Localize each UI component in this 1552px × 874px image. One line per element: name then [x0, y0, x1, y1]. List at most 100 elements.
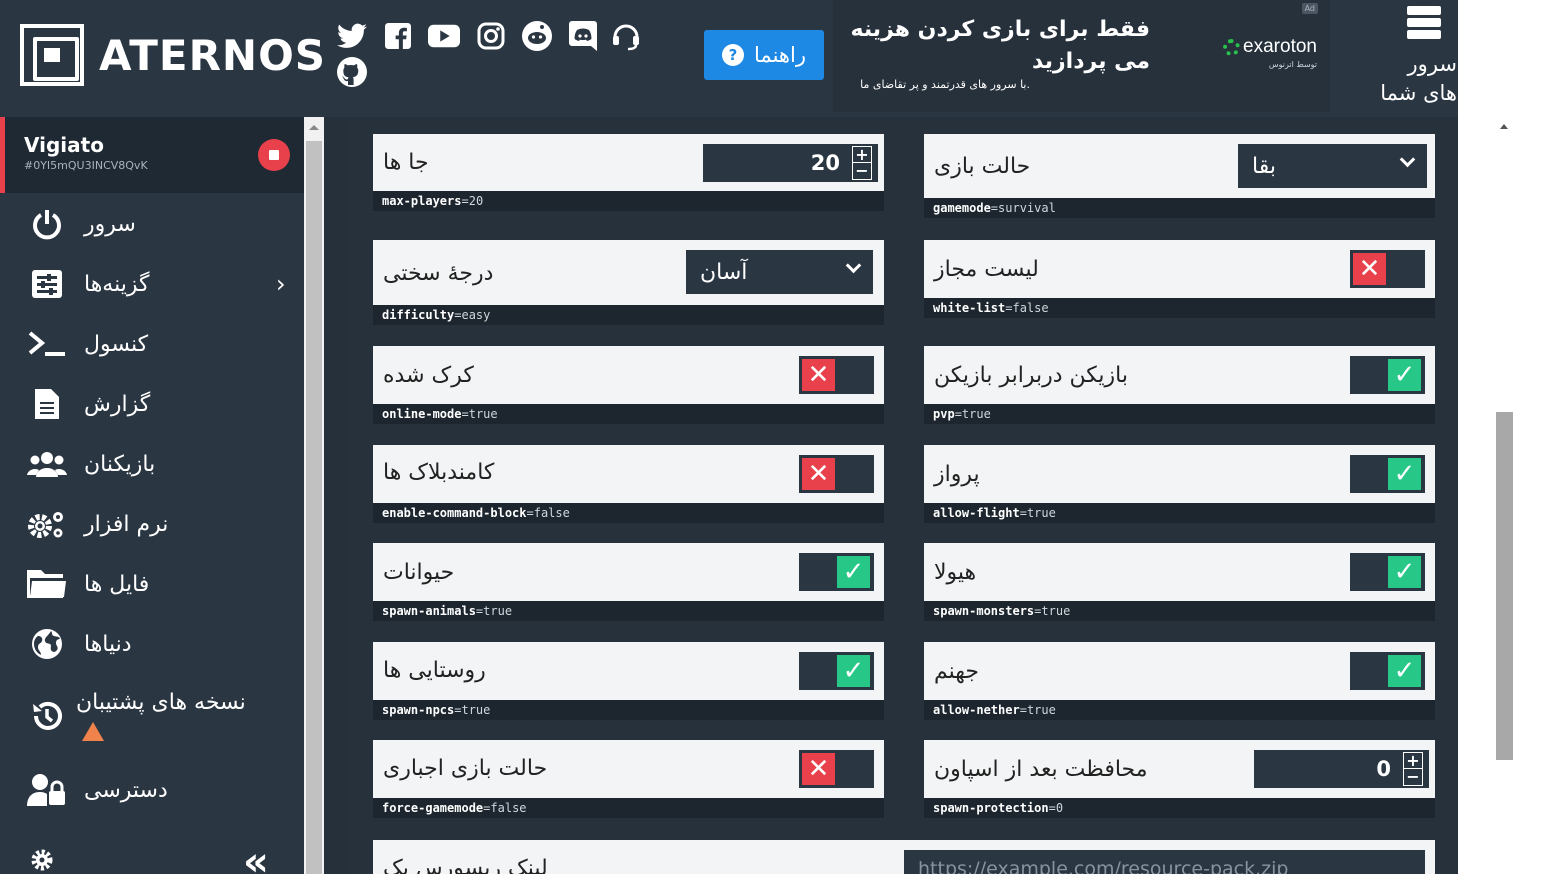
- option-label: حالت بازی اجباری: [383, 756, 548, 781]
- advertisement-banner[interactable]: Ad فقط برای بازی کردن هزینه می پردازید ب…: [833, 0, 1330, 112]
- x-icon: ✕: [1353, 253, 1386, 285]
- spawn-npcs-toggle[interactable]: ✓: [799, 652, 874, 690]
- gears-icon: [27, 504, 67, 544]
- discord-icon[interactable]: [567, 20, 599, 52]
- option-key: pvp=true: [924, 404, 1435, 424]
- allow-nether-toggle[interactable]: ✓: [1350, 652, 1425, 690]
- pvp-toggle[interactable]: ✓: [1350, 356, 1425, 394]
- brand-name: ATERNOS: [99, 30, 327, 80]
- option-key: allow-flight=true: [924, 503, 1435, 523]
- option-key: enable-command-block=false: [373, 503, 884, 523]
- instagram-icon[interactable]: [475, 20, 507, 52]
- sidebar-item-access[interactable]: دسترسی: [0, 765, 304, 815]
- sidebar-item-label: فایل ها: [84, 571, 150, 597]
- option-label: حیوانات: [383, 560, 455, 585]
- sidebar-item-files[interactable]: فایل ها: [0, 559, 304, 609]
- aternos-logo-icon: [20, 24, 84, 86]
- number-stepper[interactable]: + −: [1403, 752, 1423, 786]
- sidebar-item-server[interactable]: سرور: [0, 199, 304, 249]
- twitter-icon[interactable]: [336, 20, 368, 52]
- sidebar-item-label: سرور: [84, 211, 136, 237]
- exaroton-logo: exaroton توسط اترنوس: [1223, 36, 1317, 69]
- sidebar-item-options[interactable]: گزینه‌ها ›: [0, 259, 304, 309]
- sidebar-item-label: نسخه های پشتیبان: [76, 690, 246, 715]
- ad-subtitle: با سرور های قدرتمند و پر تقاضای ما.: [860, 78, 1030, 91]
- sidebar-item-backups[interactable]: نسخه های پشتیبان: [0, 680, 304, 750]
- option-key: force-gamemode=false: [373, 798, 884, 818]
- sidebar-item-label: بازیکنان: [84, 451, 156, 477]
- sidebar-item-console[interactable]: کنسول: [0, 319, 304, 369]
- collapse-sidebar-icon[interactable]: «: [243, 842, 269, 874]
- settings-gear-icon[interactable]: [30, 848, 54, 874]
- help-question-icon: ?: [722, 44, 745, 66]
- sidebar-scroll-up-icon[interactable]: [309, 125, 319, 130]
- sidebar-item-players[interactable]: بازیکنان: [0, 439, 304, 489]
- x-icon: ✕: [802, 753, 835, 785]
- option-white-list: لیست مجاز ✕ white-list=false: [924, 240, 1435, 318]
- option-label: جا ها: [383, 150, 429, 175]
- option-key: allow-nether=true: [924, 700, 1435, 720]
- your-servers-label: سرور های شما: [1380, 52, 1457, 105]
- gamemode-selected: بقا: [1252, 153, 1276, 179]
- option-label: کرک شده: [383, 363, 474, 388]
- support-headset-icon[interactable]: [610, 20, 642, 52]
- warning-icon: [82, 722, 104, 741]
- sidebar-item-label: گزینه‌ها: [84, 271, 150, 297]
- resource-pack-input[interactable]: https://example.com/resource-pack.zip: [904, 850, 1425, 874]
- option-label: حالت بازی: [934, 154, 1031, 179]
- online-mode-toggle[interactable]: ✕: [799, 356, 874, 394]
- your-servers-button[interactable]: سرور های شما: [1335, 0, 1458, 117]
- spawn-protection-value: 0: [1376, 757, 1391, 781]
- sidebar-item-label: دنیاها: [84, 631, 132, 657]
- help-button[interactable]: ? راهنما: [704, 30, 824, 80]
- ad-badge: Ad: [1301, 3, 1318, 14]
- minus-icon[interactable]: −: [853, 163, 871, 179]
- top-header: ATERNOS ? راهنما Ad فقط برای بازی کردن ه…: [0, 0, 1458, 117]
- number-stepper[interactable]: + −: [852, 146, 872, 180]
- sidebar-item-software[interactable]: نرم افزار: [0, 499, 304, 549]
- facebook-icon[interactable]: [382, 20, 414, 52]
- spawn-protection-input[interactable]: 0 + −: [1254, 750, 1429, 788]
- spawn-animals-toggle[interactable]: ✓: [799, 553, 874, 591]
- minus-icon[interactable]: −: [1404, 769, 1422, 785]
- power-icon: [27, 204, 67, 244]
- option-online-mode: کرک شده ✕ online-mode=true: [373, 346, 884, 424]
- globe-icon: [27, 624, 67, 664]
- difficulty-select[interactable]: آسان: [686, 250, 873, 294]
- aternos-logo[interactable]: ATERNOS: [20, 24, 326, 86]
- server-stop-icon[interactable]: [258, 139, 290, 171]
- force-gamemode-toggle[interactable]: ✕: [799, 750, 874, 788]
- github-icon[interactable]: [336, 56, 368, 88]
- option-pvp: بازیکن دربرابر بازیکن ✓ pvp=true: [924, 346, 1435, 424]
- option-spawn-protection: محافظت بعد از اسپاون 0 + − spawn-protecti…: [924, 740, 1435, 818]
- allow-flight-toggle[interactable]: ✓: [1350, 455, 1425, 493]
- youtube-icon[interactable]: [428, 20, 460, 52]
- option-spawn-animals: حیوانات ✓ spawn-animals=true: [373, 543, 884, 621]
- white-list-toggle[interactable]: ✕: [1350, 250, 1425, 288]
- server-stack-icon: [1407, 6, 1441, 42]
- gamemode-select[interactable]: بقا: [1238, 144, 1427, 188]
- page-scrollbar-thumb[interactable]: [1496, 412, 1513, 760]
- sidebar-scrollbar[interactable]: [304, 117, 324, 874]
- option-allow-nether: جهنم ✓ allow-nether=true: [924, 642, 1435, 720]
- sidebar-item-log[interactable]: گزارش: [0, 379, 304, 429]
- sliders-icon: [27, 264, 67, 304]
- chevron-down-icon: [1399, 151, 1416, 168]
- difficulty-selected: آسان: [700, 259, 748, 285]
- spawn-monsters-toggle[interactable]: ✓: [1350, 553, 1425, 591]
- folder-icon: [27, 564, 67, 604]
- command-block-toggle[interactable]: ✕: [799, 455, 874, 493]
- scroll-up-arrow-icon[interactable]: [1500, 124, 1508, 129]
- option-spawn-monsters: هیولا ✓ spawn-monsters=true: [924, 543, 1435, 621]
- sidebar-item-worlds[interactable]: دنیاها: [0, 619, 304, 669]
- option-label: درجهٔ سختی: [383, 261, 494, 286]
- page-scrollbar[interactable]: [1458, 0, 1552, 874]
- option-label: جهنم: [934, 659, 980, 684]
- sidebar-scrollbar-thumb[interactable]: [306, 141, 322, 874]
- reddit-icon[interactable]: [521, 20, 553, 52]
- sidebar-item-label: دسترسی: [84, 777, 168, 803]
- option-key: difficulty=easy: [373, 305, 884, 325]
- check-icon: ✓: [837, 655, 870, 687]
- max-players-input[interactable]: 20 + −: [703, 144, 878, 182]
- exaroton-gear-icon: [1223, 38, 1241, 56]
